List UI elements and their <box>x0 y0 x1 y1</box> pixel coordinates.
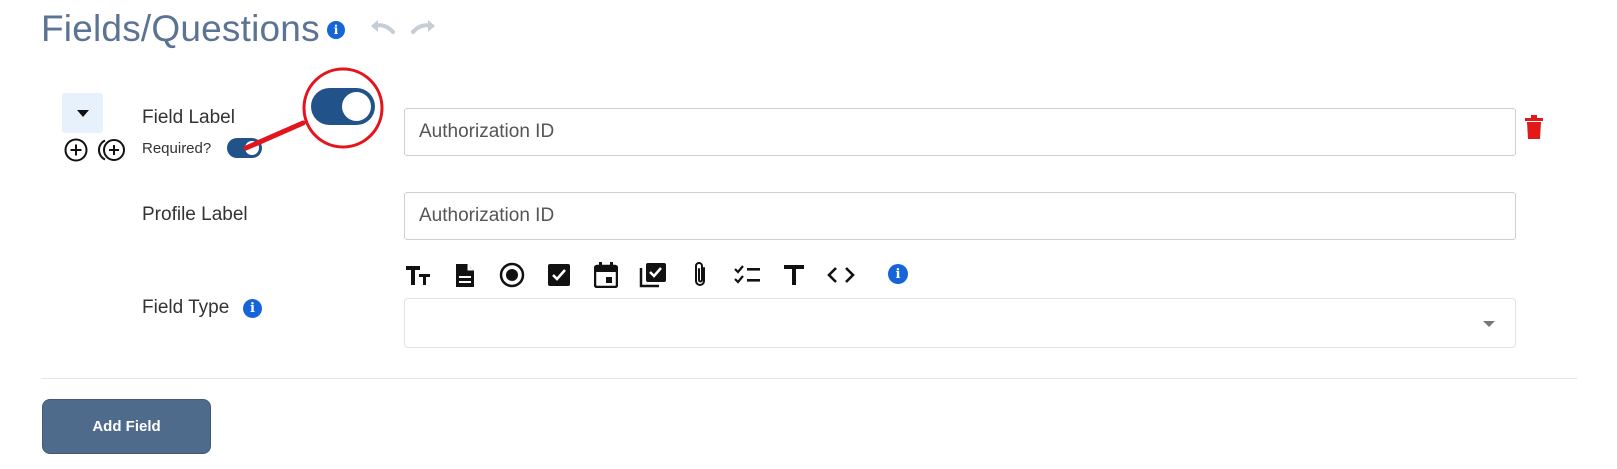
required-label: Required? <box>142 140 212 157</box>
circle-plus-icon[interactable] <box>63 137 89 168</box>
caret-down-icon <box>76 109 89 117</box>
circle-plus-alt-icon[interactable] <box>97 137 127 168</box>
multi-checkbox-icon[interactable] <box>638 260 668 290</box>
undo-icon[interactable] <box>368 17 398 42</box>
calendar-icon[interactable] <box>591 260 621 290</box>
field-type-heading: Field Type <box>142 297 230 318</box>
attachment-icon[interactable] <box>685 260 715 290</box>
collapse-field-button[interactable] <box>62 93 103 133</box>
chevron-down-icon <box>1483 321 1495 327</box>
divider <box>41 378 1577 379</box>
toggle-knob <box>245 141 259 155</box>
title-text-icon[interactable] <box>779 260 809 290</box>
toggle-knob <box>342 92 371 121</box>
field-label-toggle[interactable] <box>311 88 375 125</box>
redo-icon[interactable] <box>408 17 438 42</box>
field-label-heading: Field Label <box>142 107 235 128</box>
document-icon[interactable] <box>450 260 480 290</box>
checkbox-icon[interactable] <box>544 260 574 290</box>
page-title: Fields/Questions <box>41 8 320 49</box>
field-label-input[interactable] <box>404 108 1516 156</box>
info-circle-icon[interactable]: i <box>327 21 345 39</box>
info-circle-icon[interactable]: i <box>243 299 262 318</box>
text-size-icon[interactable] <box>403 260 433 290</box>
field-type-select[interactable] <box>404 298 1516 348</box>
trash-icon[interactable] <box>1525 115 1543 144</box>
required-toggle[interactable] <box>227 138 262 158</box>
code-icon[interactable] <box>826 260 856 290</box>
profile-label-input[interactable] <box>404 192 1516 240</box>
add-field-button[interactable]: Add Field <box>42 399 211 454</box>
info-circle-icon[interactable]: i <box>888 264 908 284</box>
radio-button-icon[interactable] <box>497 260 527 290</box>
checklist-icon[interactable] <box>732 260 762 290</box>
profile-label-heading: Profile Label <box>142 204 248 225</box>
